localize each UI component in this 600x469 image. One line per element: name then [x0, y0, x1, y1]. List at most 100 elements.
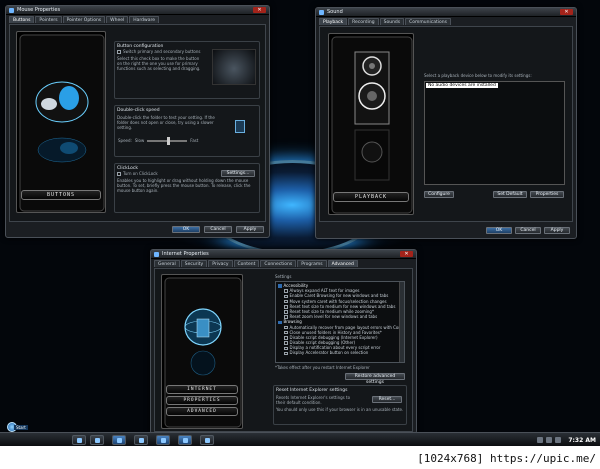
- tab-programs[interactable]: Programs: [297, 260, 327, 267]
- tab-playback[interactable]: Playback: [319, 18, 348, 25]
- properties-button[interactable]: Properties: [530, 191, 564, 198]
- tree-scrollbar[interactable]: [399, 282, 404, 362]
- option-checkbox[interactable]: [284, 294, 288, 299]
- clicklock-settings-button[interactable]: Settings...: [221, 170, 255, 177]
- taskbar-item-internet-properties[interactable]: [178, 435, 192, 445]
- internet-titlebar[interactable]: Internet Properties ✕: [151, 250, 416, 259]
- option-checkbox[interactable]: [284, 325, 288, 330]
- tab-buttons[interactable]: Buttons: [9, 16, 35, 23]
- close-icon[interactable]: ✕: [560, 9, 573, 15]
- switch-buttons-label: Switch primary and secondary buttons: [123, 49, 201, 54]
- mouse-tab-panel: BUTTONS Button configuration Switch prim…: [9, 24, 266, 222]
- tab-content[interactable]: Content: [233, 260, 260, 267]
- internet-window-title: Internet Properties: [162, 251, 209, 257]
- set-default-button[interactable]: Set Default: [493, 191, 527, 198]
- tab-privacy[interactable]: Privacy: [208, 260, 233, 267]
- system-tray: 7:32 AM: [537, 435, 596, 445]
- settings-label: Settings: [275, 274, 292, 279]
- speed-label: Speed:: [118, 138, 132, 143]
- restore-advanced-button[interactable]: Restore advanced settings: [345, 373, 405, 385]
- button-configuration-text: Select this check box to make the button…: [117, 56, 201, 71]
- internet-tab-panel: INTERNET PROPERTIES ADVANCED Settings Ac…: [154, 268, 413, 432]
- tab-general[interactable]: General: [154, 260, 180, 267]
- control-panel-icon: [205, 438, 210, 443]
- mouse-apply-button[interactable]: Apply: [236, 226, 264, 233]
- mouse-cancel-button[interactable]: Cancel: [204, 226, 232, 233]
- slider-thumb[interactable]: [167, 136, 171, 145]
- close-icon[interactable]: ✕: [400, 251, 413, 257]
- internet-window-icon: [154, 251, 159, 257]
- tree-row-label: Display Accelerator button on selection: [289, 350, 369, 356]
- speed-fast-label: Fast: [190, 138, 199, 143]
- ie-icon: [77, 438, 82, 443]
- tab-sounds[interactable]: Sounds: [379, 18, 405, 25]
- start-label[interactable]: Start: [14, 425, 28, 430]
- switch-buttons-checkbox[interactable]: [117, 50, 121, 54]
- tab-recording[interactable]: Recording: [348, 18, 379, 25]
- tab-advanced[interactable]: Advanced: [327, 260, 358, 267]
- clicklock-label: Turn on ClickLock: [123, 171, 158, 176]
- double-click-speed-group: Double-click speed Double-click the fold…: [114, 105, 260, 157]
- taskbar-item-media[interactable]: [134, 435, 148, 445]
- reset-ie-title: Reset Internet Explorer settings: [276, 388, 348, 393]
- sound-ok-button[interactable]: OK: [486, 227, 512, 234]
- tree-option[interactable]: Display Accelerator button on selection: [278, 350, 402, 355]
- double-click-speed-slider[interactable]: [147, 136, 188, 145]
- mouse-titlebar[interactable]: Mouse Properties ✕: [6, 6, 269, 15]
- taskbar-item-sound[interactable]: [156, 435, 170, 445]
- sound-apply-button[interactable]: Apply: [544, 227, 570, 234]
- reset-button[interactable]: Reset...: [372, 396, 402, 403]
- tab-communications[interactable]: Communications: [405, 18, 451, 25]
- sound-cancel-button[interactable]: Cancel: [515, 227, 541, 234]
- tab-pointers[interactable]: Pointers: [35, 16, 62, 23]
- reset-ie-text: Resets Internet Explorer's settings to t…: [276, 395, 351, 405]
- flag-icon[interactable]: [555, 437, 562, 443]
- internet-tabs: General Security Privacy Content Connect…: [151, 259, 416, 267]
- close-icon[interactable]: ✕: [253, 7, 266, 13]
- taskbar-item-ie[interactable]: [72, 435, 86, 445]
- mouse-window-title: Mouse Properties: [17, 7, 61, 13]
- clicklock-text: Enables you to highlight or drag without…: [117, 178, 251, 193]
- tab-security[interactable]: Security: [180, 260, 208, 267]
- no-devices-item[interactable]: No audio devices are installed: [426, 83, 498, 88]
- sound-tab-panel: PLAYBACK Select a playback device below …: [319, 26, 573, 222]
- network-icon[interactable]: [537, 437, 544, 443]
- configure-button[interactable]: Configure: [424, 191, 454, 198]
- speaker-icon: [161, 438, 166, 443]
- playback-device-list[interactable]: No audio devices are installed: [424, 81, 565, 185]
- double-click-speed-text: Double-click the folder to test your set…: [117, 115, 215, 130]
- buttons-artwork: BUTTONS: [16, 31, 106, 213]
- internet-artwork: INTERNET PROPERTIES ADVANCED: [161, 274, 243, 429]
- mouse-image-icon: [19, 34, 105, 212]
- volume-icon[interactable]: [546, 437, 553, 443]
- sound-window-title: Sound: [327, 9, 343, 15]
- mouse-tabs: Buttons Pointers Pointer Options Wheel H…: [6, 15, 269, 23]
- reset-ie-note: You should only use this if your browser…: [276, 407, 404, 412]
- tab-wheel[interactable]: Wheel: [106, 16, 129, 23]
- taskbar-item-mouse[interactable]: [112, 435, 126, 445]
- mouse-icon: [117, 438, 122, 443]
- double-click-speed-title: Double-click speed: [117, 108, 160, 113]
- option-checkbox[interactable]: [284, 299, 288, 304]
- option-checkbox[interactable]: [284, 351, 288, 356]
- taskbar: 7:32 AM: [0, 432, 600, 446]
- mouse-window-icon: [9, 7, 14, 13]
- tab-connections[interactable]: Connections: [260, 260, 297, 267]
- clicklock-checkbox[interactable]: [117, 172, 121, 176]
- tab-pointer-options[interactable]: Pointer Options: [62, 16, 106, 23]
- option-checkbox[interactable]: [284, 330, 288, 335]
- mouse-ok-button[interactable]: OK: [172, 226, 200, 233]
- taskbar-item-control-panel[interactable]: [200, 435, 214, 445]
- option-checkbox[interactable]: [284, 305, 288, 309]
- test-folder-icon[interactable]: [235, 120, 245, 133]
- playback-artwork: PLAYBACK: [328, 33, 414, 215]
- clock[interactable]: 7:32 AM: [568, 437, 596, 444]
- buttons-caption: BUTTONS: [21, 190, 101, 200]
- reset-ie-group: Reset Internet Explorer settings Resets …: [273, 385, 407, 425]
- advanced-settings-tree[interactable]: Accessibility Always expand ALT text for …: [275, 281, 405, 363]
- category-icon: [278, 320, 282, 325]
- sound-titlebar[interactable]: Sound ✕: [316, 8, 576, 17]
- tab-hardware[interactable]: Hardware: [129, 16, 159, 23]
- taskbar-item-explorer[interactable]: [90, 435, 104, 445]
- playback-caption: PLAYBACK: [333, 192, 409, 202]
